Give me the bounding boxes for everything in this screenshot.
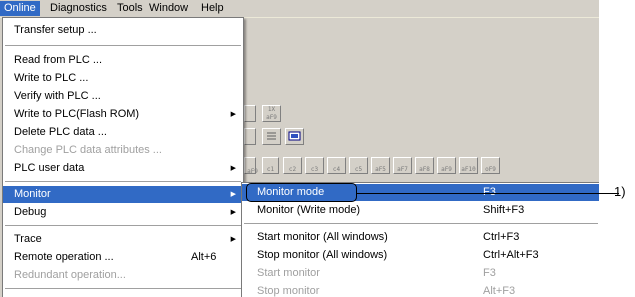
menu-item-read-from-plc[interactable]: Read from PLC ... — [3, 52, 243, 69]
submenu-arrow-icon: ▶ — [230, 236, 236, 243]
menu-item-monitor[interactable]: Monitor ▶ — [3, 186, 243, 203]
toolbar-button[interactable]: 1X aF9 — [262, 105, 281, 122]
submenu-arrow-icon: ▶ — [230, 111, 236, 118]
menu-item-label: Start monitor — [257, 267, 320, 279]
menu-separator — [5, 45, 241, 46]
menu-item-label: Change PLC data attributes ... — [14, 144, 162, 156]
menu-item-shortcut: Ctrl+F3 — [483, 231, 520, 243]
callout-label: 1) — [614, 184, 626, 199]
submenu-arrow-icon: ▶ — [230, 191, 236, 198]
menu-item-change-plc-data-attributes: Change PLC data attributes ... — [3, 142, 243, 159]
callout-line — [357, 193, 619, 194]
callout-box — [246, 183, 357, 202]
menu-separator — [5, 225, 241, 226]
toolbar-button-label: 1X — [267, 106, 276, 113]
menu-item-verify-with-plc[interactable]: Verify with PLC ... — [3, 88, 243, 105]
toolbar-button-label: c3 — [310, 166, 319, 173]
toolbar-button[interactable]: c2 — [283, 157, 302, 174]
menu-item-label: Start monitor (All windows) — [257, 231, 388, 243]
toolbar-button[interactable] — [244, 105, 256, 122]
toolbar-button-label: c5 — [354, 166, 363, 173]
toolbar-button-label: oF9 — [485, 166, 496, 173]
menu-item-label: Remote operation ... — [14, 251, 114, 263]
application-window: Online Diagnostics Tools Window Help 1X a… — [0, 0, 599, 297]
menu-item-label: Delete PLC data ... — [14, 126, 107, 138]
toolbar-button-label: c1 — [266, 166, 275, 173]
menu-item-label: Redundant operation... — [14, 269, 126, 281]
submenu-arrow-icon: ▶ — [230, 165, 236, 172]
toolbar-button-label: c4 — [332, 166, 341, 173]
menu-item-label: Trace — [14, 233, 42, 245]
menu-item-label: Read from PLC ... — [14, 54, 103, 66]
menu-help[interactable]: Help — [197, 1, 228, 16]
menu-item-stop-monitor: Stop monitor Alt+F3 — [242, 283, 599, 297]
menu-separator — [5, 288, 241, 289]
menu-item-write-to-plc[interactable]: Write to PLC ... — [3, 70, 243, 87]
menu-separator — [5, 181, 241, 182]
toolbar-button[interactable]: c4 — [327, 157, 346, 174]
menu-item-shortcut: Ctrl+Alt+F3 — [483, 249, 539, 261]
menu-tools[interactable]: Tools — [113, 1, 147, 16]
menu-item-write-to-plc-flash-rom[interactable]: Write to PLC(Flash ROM) ▶ — [3, 106, 243, 123]
menu-item-remote-operation[interactable]: Remote operation ... Alt+6 — [3, 249, 243, 266]
menu-item-label: Debug — [14, 206, 47, 218]
menu-item-trace[interactable]: Trace ▶ — [3, 231, 243, 248]
toolbar-button[interactable]: aF8 — [415, 157, 434, 174]
menu-bar: Online Diagnostics Tools Window Help — [0, 0, 599, 18]
menu-item-shortcut: Alt+6 — [191, 251, 217, 263]
menu-item-monitor-write-mode[interactable]: Monitor (Write mode) Shift+F3 — [242, 202, 599, 219]
toolbar-button[interactable]: c5 — [349, 157, 368, 174]
menu-item-plc-user-data[interactable]: PLC user data ▶ — [3, 160, 243, 177]
online-menu: Transfer setup ... Read from PLC ... Wri… — [2, 17, 244, 297]
menu-item-shortcut: Shift+F3 — [483, 204, 525, 216]
menu-diagnostics[interactable]: Diagnostics — [46, 1, 111, 16]
monitor-icon-glyph — [288, 131, 301, 141]
menu-item-start-monitor: Start monitor F3 — [242, 265, 599, 282]
menu-item-label: Transfer setup ... — [14, 24, 97, 36]
toolbar-button-label: aF8 — [419, 166, 430, 173]
toolbar-button[interactable]: aF5 — [371, 157, 390, 174]
toolbar-button-label: aF9 — [266, 114, 277, 121]
list-icon-glyph — [267, 132, 276, 140]
submenu-arrow-icon: ▶ — [230, 209, 236, 216]
list-icon[interactable] — [262, 128, 281, 145]
toolbar-button[interactable]: aF10 — [459, 157, 478, 174]
toolbar-button[interactable]: oF9 — [481, 157, 500, 174]
toolbar-label: aF9 — [247, 168, 258, 175]
menu-item-label: Write to PLC(Flash ROM) — [14, 108, 140, 120]
menu-item-redundant-operation: Redundant operation... — [3, 267, 243, 284]
menu-item-debug[interactable]: Debug ▶ — [3, 204, 243, 221]
menu-item-shortcut: F3 — [483, 267, 496, 279]
toolbar-button[interactable]: c3 — [305, 157, 324, 174]
toolbar-button-label: aF5 — [375, 166, 386, 173]
toolbar-button[interactable]: aF7 — [393, 157, 412, 174]
menu-online[interactable]: Online — [0, 1, 40, 16]
menu-item-label: Monitor (Write mode) — [257, 204, 361, 216]
menu-item-shortcut: Alt+F3 — [483, 285, 516, 297]
menu-item-label: Monitor — [14, 188, 51, 200]
menu-item-start-monitor-all-windows[interactable]: Start monitor (All windows) Ctrl+F3 — [242, 229, 599, 246]
menu-window[interactable]: Window — [145, 1, 192, 16]
menu-item-transfer-setup[interactable]: Transfer setup ... — [3, 22, 243, 39]
menu-item-delete-plc-data[interactable]: Delete PLC data ... — [3, 124, 243, 141]
menu-item-label: Stop monitor (All windows) — [257, 249, 388, 261]
toolbar-button-label: aF7 — [397, 166, 408, 173]
menu-item-label: PLC user data — [14, 162, 85, 174]
menu-item-label: Stop monitor — [257, 285, 320, 297]
toolbar-button-label: aF9 — [441, 166, 452, 173]
toolbar-button-label: c2 — [288, 166, 297, 173]
menu-item-label: Verify with PLC ... — [14, 90, 101, 102]
menu-item-stop-monitor-all-windows[interactable]: Stop monitor (All windows) Ctrl+Alt+F3 — [242, 247, 599, 264]
menu-separator — [244, 223, 598, 224]
toolbar-button[interactable]: c1 — [262, 157, 279, 174]
toolbar-button-label: aF10 — [461, 166, 476, 173]
menu-item-label: Write to PLC ... — [14, 72, 89, 84]
toolbar-button[interactable] — [244, 128, 256, 145]
monitor-icon[interactable] — [285, 128, 304, 145]
toolbar-button[interactable]: aF9 — [437, 157, 456, 174]
